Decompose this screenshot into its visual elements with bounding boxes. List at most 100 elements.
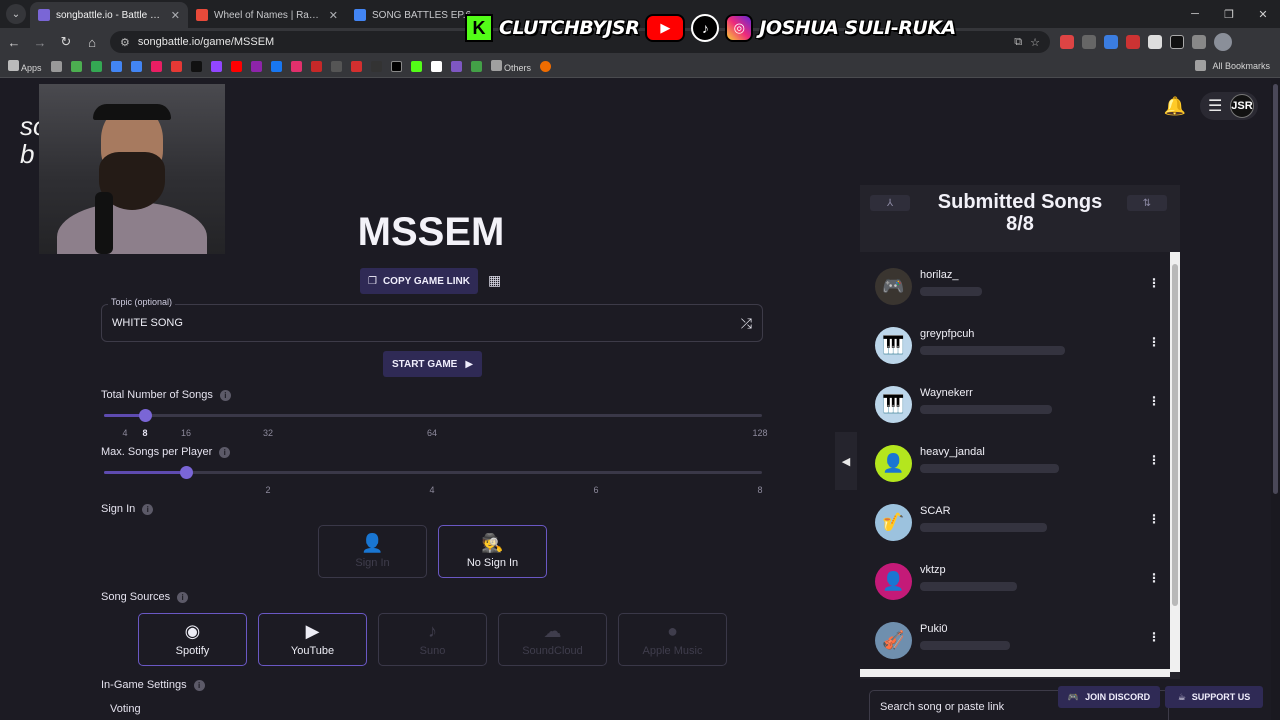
notifications-bell-icon[interactable]: 🔔 bbox=[1164, 96, 1186, 117]
source-apple-music[interactable]: ● Apple Music bbox=[618, 613, 727, 666]
source-soundcloud[interactable]: ☁ SoundCloud bbox=[498, 613, 607, 666]
info-icon[interactable]: i bbox=[193, 679, 205, 691]
instagram-bookmark-icon[interactable] bbox=[290, 61, 302, 72]
all-bookmarks[interactable]: All Bookmarks bbox=[1195, 60, 1270, 71]
more-options-icon[interactable]: ⋮ bbox=[1148, 394, 1160, 408]
start-game-button[interactable]: START GAME ▶ bbox=[383, 351, 482, 377]
list-item: 👤 vktzp ⋮ bbox=[860, 559, 1170, 617]
bookmark-icon[interactable] bbox=[330, 61, 342, 72]
user-avatar: JSR bbox=[1230, 94, 1254, 118]
player-name: heavy_jandal bbox=[920, 446, 985, 458]
source-suno[interactable]: ♪ Suno bbox=[378, 613, 487, 666]
user-menu-button[interactable]: ☰ JSR bbox=[1200, 92, 1258, 120]
support-us-button[interactable]: ☕ SUPPORT US bbox=[1165, 686, 1263, 708]
bookmark-icon[interactable] bbox=[110, 61, 122, 72]
bookmark-icon[interactable] bbox=[170, 61, 182, 72]
extension-icon[interactable] bbox=[1082, 35, 1096, 49]
bookmark-label: Others bbox=[504, 63, 532, 73]
max-songs-slider[interactable] bbox=[104, 466, 762, 479]
caret-left-icon: ◀ bbox=[841, 455, 851, 468]
join-discord-button[interactable]: 🎮 JOIN DISCORD bbox=[1058, 686, 1160, 708]
webcam-microphone bbox=[95, 192, 113, 254]
twitch-bookmark-icon[interactable] bbox=[210, 61, 222, 72]
source-spotify[interactable]: ◉ Spotify bbox=[138, 613, 247, 666]
reload-icon[interactable]: ↻ bbox=[54, 30, 78, 54]
bookmark-icon[interactable] bbox=[470, 61, 482, 72]
info-icon[interactable]: i bbox=[177, 591, 189, 603]
close-window-icon[interactable]: ✕ bbox=[1246, 0, 1280, 28]
more-options-icon[interactable]: ⋮ bbox=[1148, 276, 1160, 290]
extension-icon[interactable] bbox=[1148, 35, 1162, 49]
browser-tab-songbattle[interactable]: songbattle.io - Battle Songs ag ✕ bbox=[30, 2, 188, 28]
extension-icon[interactable] bbox=[1060, 35, 1074, 49]
bookmark-icon[interactable] bbox=[350, 61, 362, 72]
extensions-puzzle-icon[interactable] bbox=[1192, 35, 1206, 49]
bookmark-icon[interactable] bbox=[310, 61, 322, 72]
close-tab-icon[interactable]: ✕ bbox=[171, 9, 180, 22]
bookmark-icon[interactable] bbox=[450, 61, 462, 72]
list-horizontal-scrollbar[interactable] bbox=[860, 669, 1170, 677]
bookmark-star-icon[interactable]: ☆ bbox=[1030, 36, 1040, 49]
more-options-icon[interactable]: ⋮ bbox=[1148, 512, 1160, 526]
bookmark-folder-others[interactable]: Others bbox=[490, 60, 532, 73]
list-scrollbar[interactable] bbox=[1170, 252, 1180, 672]
site-info-icon[interactable]: ⚙ bbox=[120, 36, 130, 49]
bookmark-icon[interactable] bbox=[130, 61, 142, 72]
shuffle-icon[interactable]: ⤮ bbox=[741, 315, 752, 332]
extension-icon[interactable] bbox=[1104, 35, 1118, 49]
player-avatar: 🎹 bbox=[875, 386, 912, 423]
social-name: JOSHUA SULI-RUKA bbox=[759, 17, 956, 39]
bookmark-icon[interactable] bbox=[370, 61, 382, 72]
restore-icon[interactable]: ❐ bbox=[1212, 0, 1246, 28]
bookmark-icon[interactable] bbox=[90, 61, 102, 72]
bookmark-grid-icon[interactable] bbox=[50, 61, 62, 72]
bookmark-icon[interactable] bbox=[70, 61, 82, 72]
scrollbar-thumb[interactable] bbox=[1172, 264, 1178, 606]
submitted-count: 8/8 bbox=[1006, 213, 1034, 235]
sign-in-option[interactable]: 👤 Sign In bbox=[318, 525, 427, 578]
x-bookmark-icon[interactable] bbox=[390, 61, 402, 72]
bookmark-icon[interactable] bbox=[430, 61, 442, 72]
close-tab-icon[interactable]: ✕ bbox=[329, 9, 338, 22]
bookmark-icon[interactable] bbox=[250, 61, 262, 72]
sign-in-label: Sign In i bbox=[101, 503, 154, 515]
topic-input[interactable]: WHITE SONG ⤮ bbox=[101, 304, 763, 342]
forward-icon[interactable]: → bbox=[28, 30, 52, 54]
info-icon[interactable]: i bbox=[219, 389, 231, 401]
page-scrollbar-thumb[interactable] bbox=[1273, 84, 1278, 494]
install-app-icon[interactable]: ⧉ bbox=[1014, 36, 1022, 49]
copy-game-link-button[interactable]: ❐ COPY GAME LINK bbox=[360, 268, 478, 294]
info-icon[interactable]: i bbox=[219, 446, 231, 458]
list-item: 🎮 horilaz_ ⋮ bbox=[860, 264, 1170, 322]
player-avatar: 🎷 bbox=[875, 504, 912, 541]
more-options-icon[interactable]: ⋮ bbox=[1148, 453, 1160, 467]
facebook-bookmark-icon[interactable] bbox=[270, 61, 282, 72]
profile-avatar[interactable] bbox=[1214, 33, 1232, 51]
qr-code-icon[interactable]: ▦ bbox=[488, 272, 504, 288]
slider-thumb[interactable] bbox=[180, 466, 193, 479]
page-scrollbar[interactable] bbox=[1271, 80, 1280, 720]
youtube-bookmark-icon[interactable] bbox=[230, 61, 242, 72]
source-youtube[interactable]: ▶ YouTube bbox=[258, 613, 367, 666]
browser-tab-wheel-of-names[interactable]: Wheel of Names | Random nam ✕ bbox=[188, 2, 346, 28]
more-options-icon[interactable]: ⋮ bbox=[1148, 630, 1160, 644]
minimize-icon[interactable]: ─ bbox=[1178, 0, 1212, 28]
no-sign-in-option[interactable]: 🕵 No Sign In bbox=[438, 525, 547, 578]
slider-thumb[interactable] bbox=[139, 409, 152, 422]
bookmark-icon[interactable] bbox=[540, 61, 552, 72]
tiktok-bookmark-icon[interactable] bbox=[190, 61, 202, 72]
more-options-icon[interactable]: ⋮ bbox=[1148, 335, 1160, 349]
kick-bookmark-icon[interactable] bbox=[410, 61, 422, 72]
home-icon[interactable]: ⌂ bbox=[80, 30, 104, 54]
tab-search-icon[interactable]: ⌄ bbox=[6, 4, 26, 24]
more-options-icon[interactable]: ⋮ bbox=[1148, 571, 1160, 585]
info-icon[interactable]: i bbox=[142, 503, 154, 515]
collapse-panel-button[interactable]: ◀ bbox=[835, 432, 857, 490]
bookmark-icon[interactable] bbox=[150, 61, 162, 72]
extension-icon[interactable] bbox=[1126, 35, 1140, 49]
extension-icon[interactable] bbox=[1170, 35, 1184, 49]
avatar-glyph-icon: 🎹 bbox=[882, 335, 905, 355]
bookmark-apps[interactable]: Apps bbox=[8, 60, 42, 73]
back-icon[interactable]: ← bbox=[2, 30, 26, 54]
total-songs-slider[interactable] bbox=[104, 409, 762, 422]
